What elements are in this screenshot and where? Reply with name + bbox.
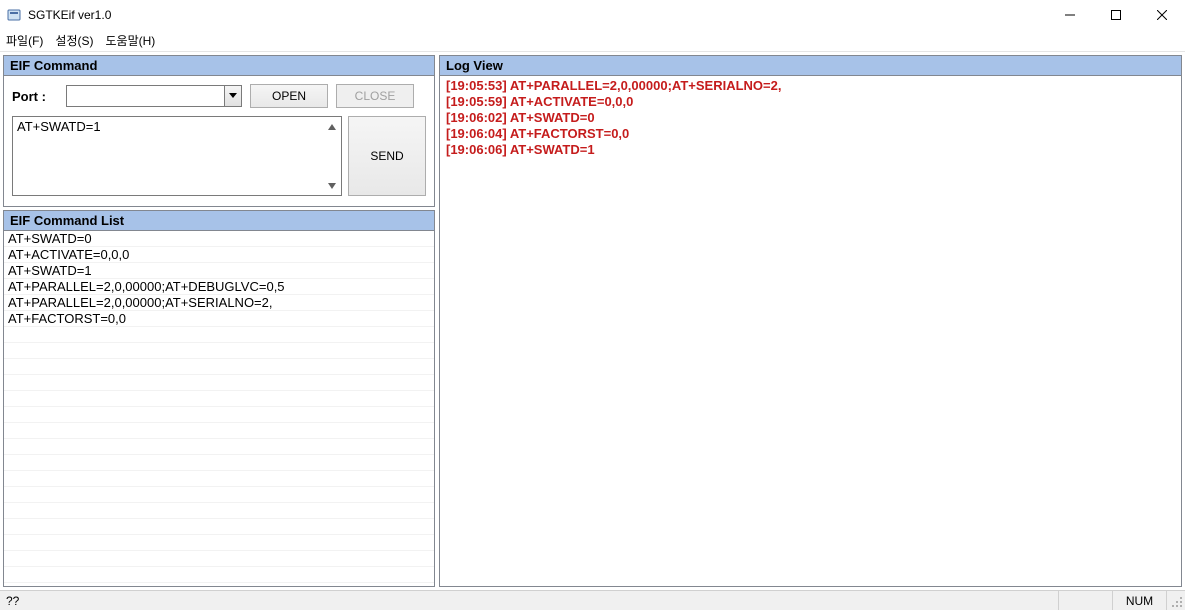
send-button[interactable]: SEND xyxy=(348,116,426,196)
list-item[interactable] xyxy=(4,519,434,535)
menu-file[interactable]: 파일(F) xyxy=(6,32,43,49)
list-item[interactable] xyxy=(4,455,434,471)
titlebar: SGTKEif ver1.0 xyxy=(0,0,1185,30)
maximize-button[interactable] xyxy=(1093,0,1139,30)
menu-settings[interactable]: 설정(S) xyxy=(55,32,93,49)
list-item[interactable]: AT+ACTIVATE=0,0,0 xyxy=(4,247,434,263)
window-title: SGTKEif ver1.0 xyxy=(28,8,111,22)
list-item[interactable] xyxy=(4,535,434,551)
app-icon xyxy=(6,7,22,23)
port-label: Port : xyxy=(12,89,58,104)
log-view-body[interactable]: [19:05:53] AT+PARALLEL=2,0,00000;AT+SERI… xyxy=(440,76,1181,586)
eif-command-list-panel: EIF Command List AT+SWATD=0AT+ACTIVATE=0… xyxy=(3,210,435,587)
statusbar: ?? NUM xyxy=(0,590,1185,610)
command-textarea[interactable]: AT+SWATD=1 xyxy=(12,116,342,196)
list-item[interactable] xyxy=(4,391,434,407)
send-button-label: SEND xyxy=(370,149,403,163)
scroll-up-icon[interactable] xyxy=(323,118,340,135)
menubar: 파일(F) 설정(S) 도움말(H) xyxy=(0,30,1185,52)
open-button[interactable]: OPEN xyxy=(250,84,328,108)
list-item[interactable] xyxy=(4,359,434,375)
port-combo[interactable] xyxy=(66,85,242,107)
scroll-down-icon[interactable] xyxy=(323,177,340,194)
chevron-down-icon xyxy=(224,86,241,106)
resize-grip-icon[interactable] xyxy=(1167,591,1185,610)
list-item[interactable] xyxy=(4,439,434,455)
list-item[interactable] xyxy=(4,471,434,487)
minimize-button[interactable] xyxy=(1047,0,1093,30)
status-cap xyxy=(1059,591,1113,610)
open-button-label: OPEN xyxy=(272,89,306,103)
list-item[interactable] xyxy=(4,423,434,439)
command-scrollbar[interactable] xyxy=(323,118,340,194)
list-item[interactable]: AT+SWATD=0 xyxy=(4,231,434,247)
log-line: [19:05:59] AT+ACTIVATE=0,0,0 xyxy=(446,94,1175,110)
list-item[interactable] xyxy=(4,487,434,503)
status-left: ?? xyxy=(0,591,1059,610)
list-item[interactable] xyxy=(4,503,434,519)
eif-command-list-header: EIF Command List xyxy=(4,211,434,231)
list-item[interactable]: AT+PARALLEL=2,0,00000;AT+DEBUGLVC=0,5 xyxy=(4,279,434,295)
eif-command-list-body[interactable]: AT+SWATD=0AT+ACTIVATE=0,0,0AT+SWATD=1AT+… xyxy=(4,231,434,586)
command-textarea-value: AT+SWATD=1 xyxy=(17,119,323,193)
status-num: NUM xyxy=(1113,591,1167,610)
list-item[interactable] xyxy=(4,567,434,583)
left-column: EIF Command Port : OPEN CLOSE AT+SWAT xyxy=(3,55,435,587)
command-row: AT+SWATD=1 SEND xyxy=(12,116,426,196)
list-item[interactable]: AT+FACTORST=0,0 xyxy=(4,311,434,327)
log-view-panel: Log View [19:05:53] AT+PARALLEL=2,0,0000… xyxy=(439,55,1182,587)
close-button[interactable] xyxy=(1139,0,1185,30)
eif-command-body: Port : OPEN CLOSE AT+SWATD=1 xyxy=(4,76,434,206)
log-line: [19:06:04] AT+FACTORST=0,0 xyxy=(446,126,1175,142)
log-line: [19:06:02] AT+SWATD=0 xyxy=(446,110,1175,126)
window-controls xyxy=(1047,0,1185,30)
log-line: [19:05:53] AT+PARALLEL=2,0,00000;AT+SERI… xyxy=(446,78,1175,94)
list-item[interactable] xyxy=(4,343,434,359)
log-view-header: Log View xyxy=(440,56,1181,76)
menu-help[interactable]: 도움말(H) xyxy=(105,32,155,49)
list-item[interactable]: AT+PARALLEL=2,0,00000;AT+SERIALNO=2, xyxy=(4,295,434,311)
eif-command-header: EIF Command xyxy=(4,56,434,76)
log-line: [19:06:06] AT+SWATD=1 xyxy=(446,142,1175,158)
eif-command-panel: EIF Command Port : OPEN CLOSE AT+SWAT xyxy=(3,55,435,207)
list-item[interactable] xyxy=(4,551,434,567)
list-item[interactable]: AT+SWATD=1 xyxy=(4,263,434,279)
close-button-disabled: CLOSE xyxy=(336,84,414,108)
close-button-label: CLOSE xyxy=(355,89,396,103)
list-item[interactable] xyxy=(4,407,434,423)
list-item[interactable] xyxy=(4,327,434,343)
port-row: Port : OPEN CLOSE xyxy=(12,84,426,108)
content-area: EIF Command Port : OPEN CLOSE AT+SWAT xyxy=(0,52,1185,590)
list-item[interactable] xyxy=(4,375,434,391)
